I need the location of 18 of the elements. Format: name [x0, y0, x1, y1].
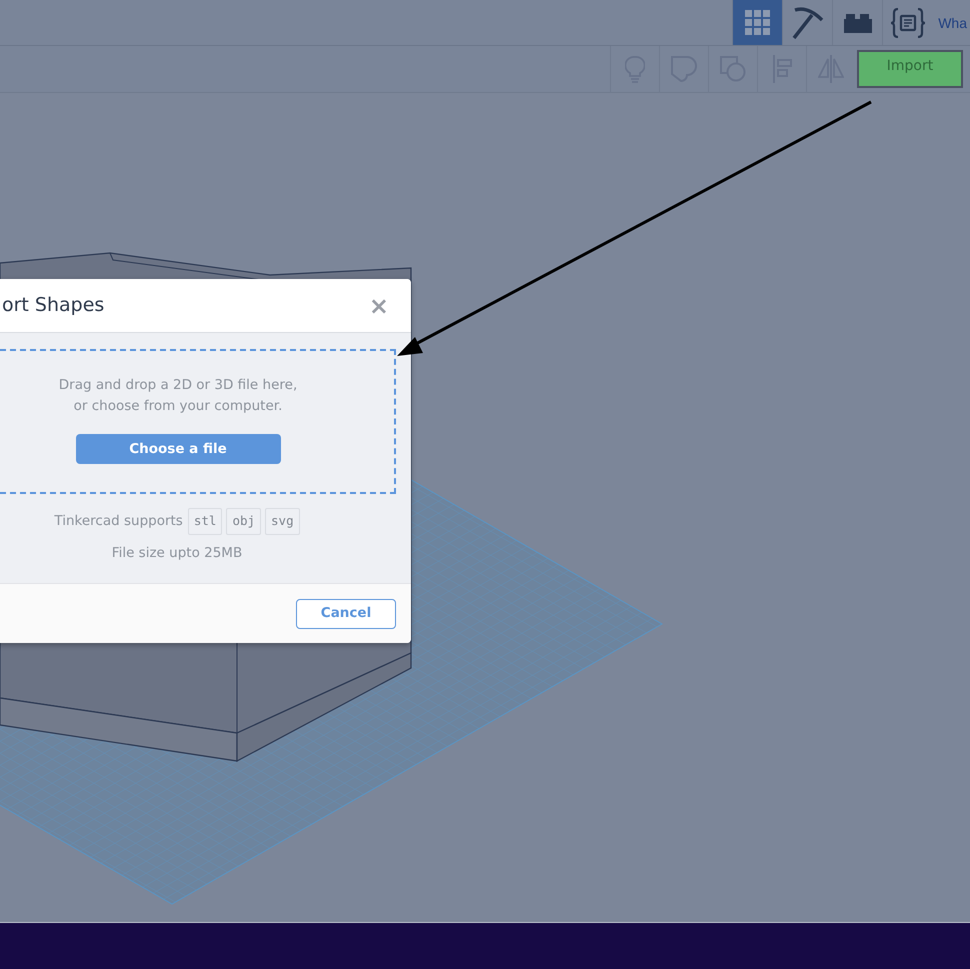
grid-icon: [744, 10, 771, 36]
drop-zone[interactable]: Drag and drop a 2D or 3D file here, or choose from your computer. Choose a file: [0, 349, 396, 494]
view-tab[interactable]: [732, 0, 782, 45]
brick-icon: [844, 12, 872, 32]
dialog-title: ort Shapes: [2, 294, 104, 317]
size-note: File size upto 25MB: [110, 544, 244, 563]
choose-file-button[interactable]: Choose a file: [76, 434, 280, 464]
menu-link[interactable]: Wha: [932, 0, 970, 45]
code-block-icon: [890, 8, 925, 38]
format-tag: stl: [188, 508, 222, 535]
format-tag: svg: [265, 508, 300, 535]
format-tag: obj: [226, 508, 262, 535]
drop-hint-text: Drag and drop a 2D or 3D file here, or choose from your computer.: [58, 376, 298, 416]
import-button[interactable]: Import: [857, 50, 963, 88]
pickaxe-icon: [792, 6, 824, 40]
supports-label: Tinkercad supports: [54, 512, 183, 532]
cancel-button[interactable]: Cancel: [296, 598, 396, 628]
close-button[interactable]: ×: [368, 294, 389, 318]
